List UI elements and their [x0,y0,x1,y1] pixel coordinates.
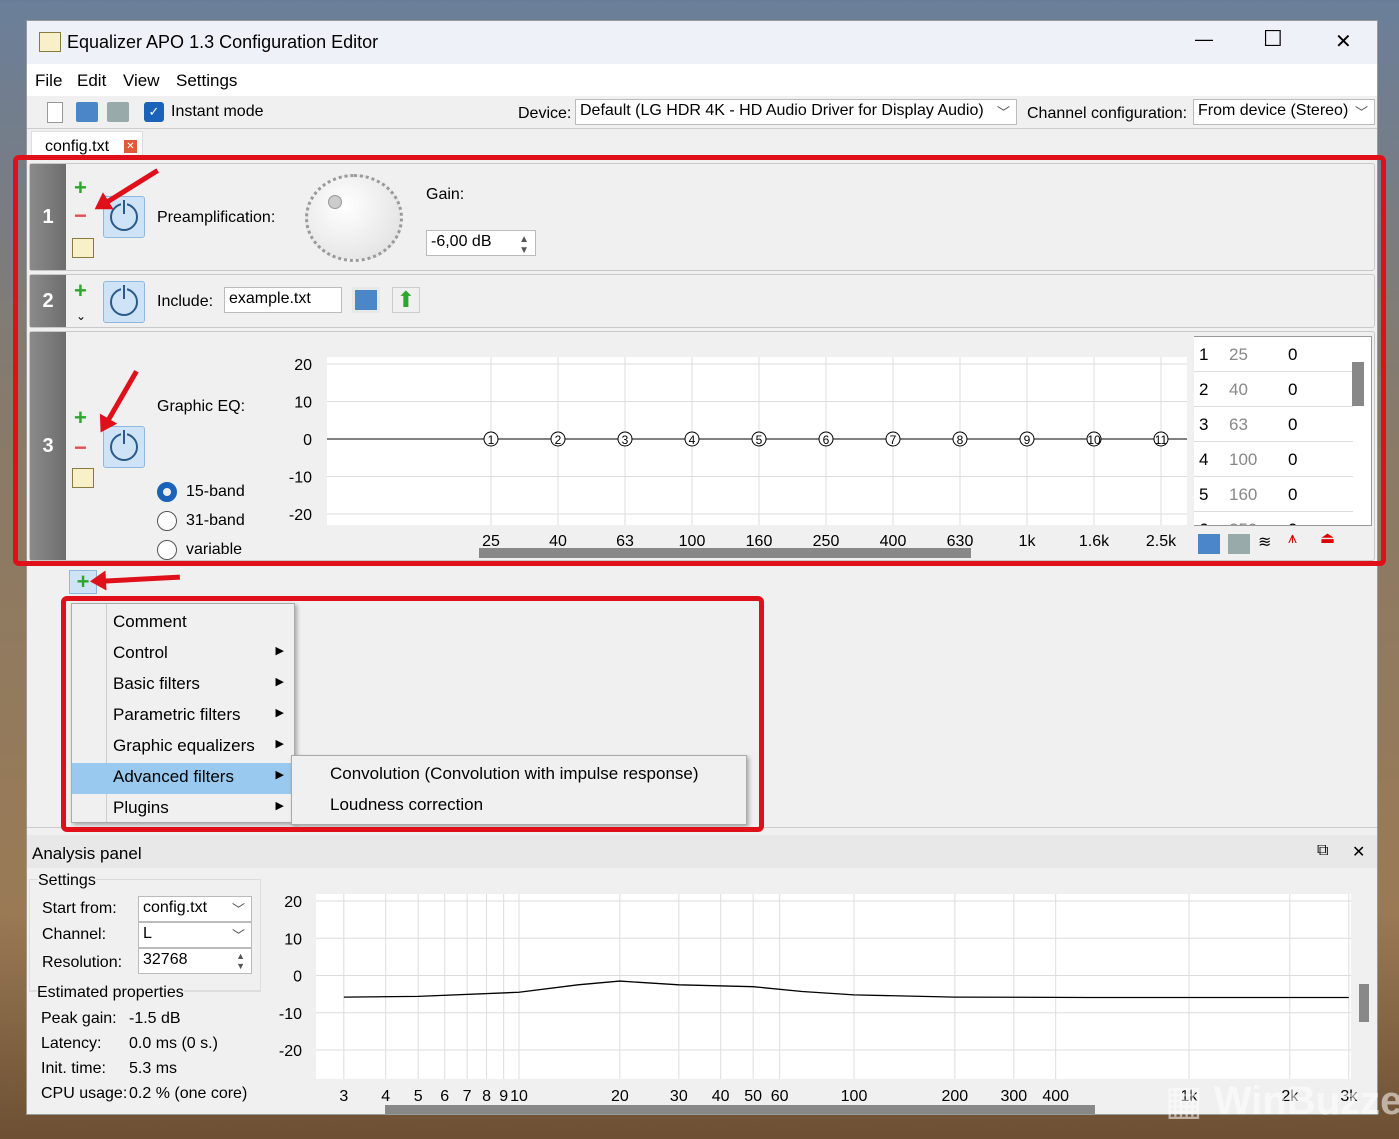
init-time-label: Init. time: [41,1060,106,1077]
cpu-usage-label: CPU usage: [41,1085,128,1102]
estimated-title: Estimated properties [37,984,184,1002]
x-tick-label: 5 [414,1088,423,1105]
init-time-value: 5.3 ms [129,1060,178,1077]
resolution-value: 32768 [143,951,188,968]
x-tick-label: 400 [1042,1088,1069,1105]
watermark-logo: ▦ WinBuzzer [1165,1079,1399,1123]
x-tick-label: 9 [499,1088,508,1105]
save-file-icon[interactable] [107,102,129,122]
highlight-box-filters [13,155,1386,566]
settings-group: Settings Start from: config.txt ﹀ Channel… [29,872,261,991]
y-tick-label: 0 [293,969,302,986]
x-tick-label: 3 [339,1088,348,1105]
menu-file[interactable]: File [35,71,62,91]
close-button[interactable]: ✕ [1335,29,1352,54]
x-tick-label: 40 [712,1088,730,1105]
plot-area [316,894,1351,1079]
tab-label: config.txt [45,138,110,155]
channel-label: Channel: [42,926,107,943]
resolution-label: Resolution: [42,954,123,971]
chevron-down-icon: ﹀ [231,902,245,917]
resolution-spinbox[interactable]: 32768 ▲ ▼ [138,948,252,974]
x-tick-label: 60 [771,1088,789,1105]
title-bar: Equalizer APO 1.3 Configuration Editor —… [27,21,1377,64]
latency-value: 0.0 ms (0 s.) [129,1035,218,1052]
latency-label: Latency: [41,1035,102,1052]
y-tick-label: 20 [284,894,302,911]
x-tick-label: 8 [482,1088,491,1105]
channel-value: L [143,925,152,942]
new-file-icon[interactable] [47,102,63,123]
float-icon[interactable]: ⧉ [1317,842,1328,860]
estimated-properties-group: Estimated properties Peak gain: -1.5 dB … [29,984,261,1111]
chevron-down-icon: ﹀ [996,105,1010,120]
open-file-icon[interactable] [76,102,98,122]
x-tick-label: 4 [381,1088,390,1105]
x-tick-label: 7 [463,1088,472,1105]
channel-select[interactable]: L ﹀ [138,922,252,948]
x-tick-label: 300 [1000,1088,1027,1105]
menu-edit[interactable]: Edit [77,71,106,91]
menu-settings[interactable]: Settings [176,71,237,91]
highlight-box-menu [61,596,764,832]
close-tab-icon[interactable]: ✕ [124,140,137,153]
x-tick-label: 200 [941,1088,968,1105]
channel-config-select[interactable]: From device (Stereo) ﹀ [1193,99,1375,125]
horizontal-scrollbar [385,1105,1095,1114]
start-from-value: config.txt [143,899,208,916]
peak-gain-value: -1.5 dB [129,1010,181,1027]
start-from-select[interactable]: config.txt ﹀ [138,896,252,922]
y-tick-label: -10 [279,1006,302,1023]
device-value: Default (LG HDR 4K - HD Audio Driver for… [580,102,984,119]
device-label: Device: [518,105,572,122]
x-tick-label: 10 [510,1088,528,1105]
close-panel-icon[interactable]: ✕ [1352,842,1365,862]
window-title: Equalizer APO 1.3 Configuration Editor [67,32,379,52]
instant-mode-label: Instant mode [171,103,264,120]
y-tick-label: 10 [284,931,302,948]
spinner-icon[interactable]: ▲ ▼ [236,951,245,971]
x-tick-label: 6 [440,1088,449,1105]
maximize-button[interactable]: ☐ [1263,26,1283,52]
vertical-scrollbar [1359,984,1369,1022]
channel-config-label: Channel configuration: [1027,105,1188,122]
x-tick-label: 30 [670,1088,688,1105]
toolbar: ✓ Instant mode Device: Default (LG HDR 4… [27,96,1377,129]
x-tick-label: 100 [841,1088,868,1105]
analysis-title: Analysis panel [32,844,142,863]
instant-mode-checkbox[interactable]: ✓ [144,102,164,122]
analysis-header: Analysis panel ⧉ ✕ [27,835,1377,868]
x-tick-label: 50 [744,1088,762,1105]
device-select[interactable]: Default (LG HDR 4K - HD Audio Driver for… [575,99,1017,125]
channel-config-value: From device (Stereo) [1198,102,1349,119]
start-from-label: Start from: [42,900,117,917]
settings-title: Settings [38,872,96,890]
y-tick-label: -20 [279,1043,302,1060]
menu-view[interactable]: View [123,71,160,91]
chevron-down-icon: ﹀ [231,928,245,943]
menu-bar: File Edit View Settings [27,64,1377,96]
cpu-usage-value: 0.2 % (one core) [129,1085,248,1102]
x-tick-label: 20 [611,1088,629,1105]
peak-gain-label: Peak gain: [41,1010,117,1027]
app-icon [39,32,61,52]
chevron-down-icon: ﹀ [1354,105,1368,120]
minimize-button[interactable]: — [1195,29,1213,50]
